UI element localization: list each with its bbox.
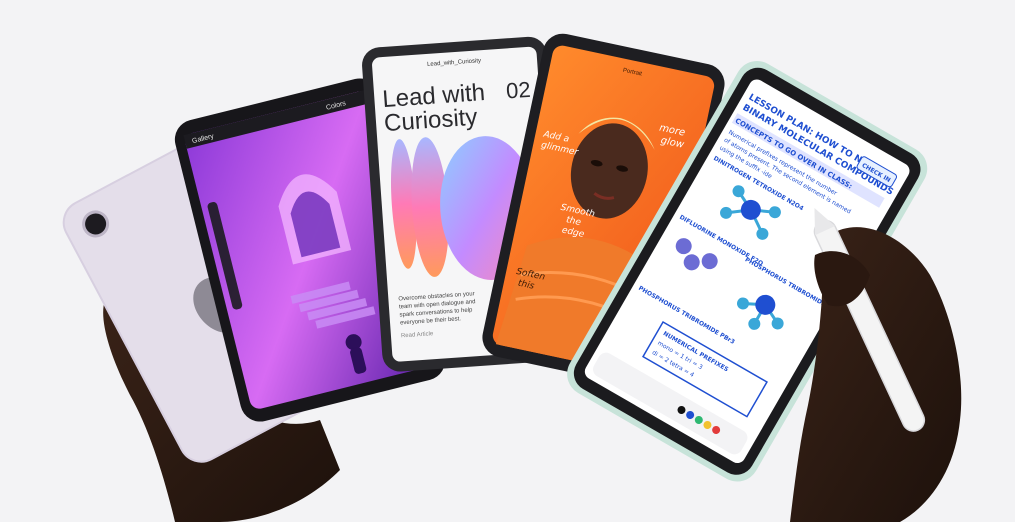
magazine-issue-number: 02	[505, 77, 531, 104]
product-scene: Gallery Colors Lead_with_Curiosity Lead …	[62, 33, 962, 522]
